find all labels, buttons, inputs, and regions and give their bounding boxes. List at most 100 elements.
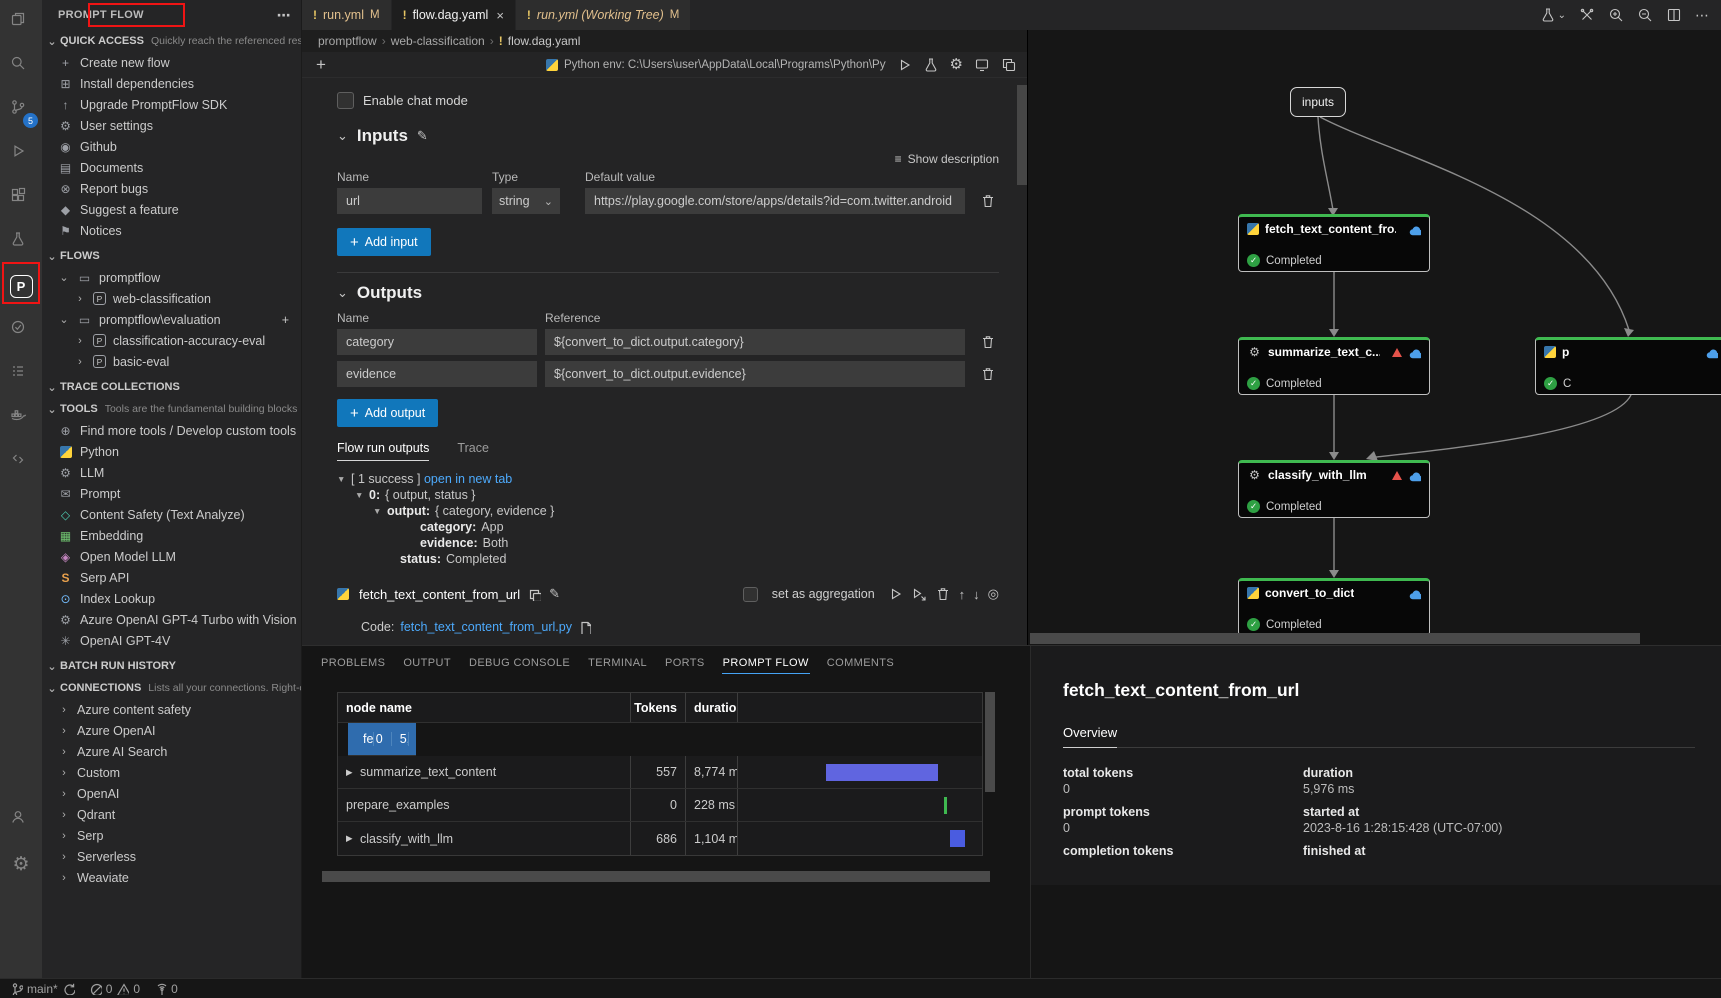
connection-serp[interactable]: ›Serp <box>42 825 301 846</box>
tab-debug-console[interactable]: DEBUG CONSOLE <box>468 653 571 673</box>
tools-item-open-model-llm[interactable]: ◈Open Model LLM <box>42 546 301 567</box>
remote-explorer-icon[interactable] <box>0 440 42 484</box>
account-icon[interactable] <box>0 798 42 842</box>
tab-run-yml[interactable]: !run.ymlM <box>302 0 392 30</box>
twistie-icon[interactable]: ▶ <box>346 767 360 778</box>
tools-icon[interactable] <box>1579 7 1595 23</box>
tab-ports[interactable]: PORTS <box>664 653 706 673</box>
section-batch-run-history[interactable]: ⌄BATCH RUN HISTORY <box>42 655 301 677</box>
test-flask-icon[interactable] <box>0 220 42 264</box>
graph-node-summarize-text-content[interactable]: ⚙summarize_text_c... ✓Completed <box>1238 337 1430 395</box>
split-editor-icon[interactable] <box>1666 7 1682 23</box>
add-node-icon[interactable]: + <box>316 55 326 75</box>
table-vertical-scrollbar[interactable] <box>985 692 995 854</box>
flows-folder-evaluation[interactable]: ⌄▭promptflow\evaluation+ <box>42 309 301 330</box>
code-file-link[interactable]: fetch_text_content_from_url.py <box>400 620 572 634</box>
twistie-icon[interactable]: ▼ <box>355 490 369 500</box>
connection-qdrant[interactable]: ›Qdrant <box>42 804 301 825</box>
tools-item-prompt[interactable]: ✉Prompt <box>42 483 301 504</box>
copy-icon[interactable] <box>528 588 541 601</box>
table-row[interactable]: prepare_examples 0 228 ms <box>338 789 982 822</box>
graph-node-classify-with-llm[interactable]: ⚙classify_with_llm ✓Completed <box>1238 460 1430 518</box>
search-icon[interactable] <box>0 44 42 88</box>
run-test-flask-icon[interactable]: ⌄ <box>1540 7 1566 23</box>
file-icon[interactable] <box>578 621 591 634</box>
flows-item-web-classification[interactable]: ›Pweb-classification <box>42 288 301 309</box>
output-reference-field[interactable] <box>545 361 965 387</box>
cloud-icon[interactable] <box>1705 346 1718 359</box>
editor-vertical-scrollbar[interactable] <box>1017 85 1027 185</box>
sidebar-item-user-settings[interactable]: ⚙User settings <box>42 115 301 136</box>
table-row[interactable]: ▶classify_with_llm 686 1,104 ms <box>338 822 982 855</box>
tab-trace[interactable]: Trace <box>457 441 489 460</box>
tools-item-llm[interactable]: ⚙LLM <box>42 462 301 483</box>
tab-comments[interactable]: COMMENTS <box>826 653 895 673</box>
enable-chat-mode-checkbox[interactable] <box>337 92 354 109</box>
tab-problems[interactable]: PROBLEMS <box>320 653 386 673</box>
flows-folder-promptflow[interactable]: ⌄▭promptflow <box>42 267 301 288</box>
section-quick-access[interactable]: ⌄QUICK ACCESSQuickly reach the reference… <box>42 30 301 52</box>
edit-pencil-icon[interactable]: ✎ <box>417 128 428 144</box>
input-name-field[interactable] <box>337 188 482 214</box>
set-as-aggregation-checkbox[interactable] <box>743 587 758 602</box>
add-input-button[interactable]: +Add input <box>337 228 431 256</box>
cloud-icon[interactable] <box>1408 587 1421 600</box>
section-tools[interactable]: ⌄TOOLSTools are the fundamental building… <box>42 398 301 420</box>
zoom-out-icon[interactable] <box>1637 7 1653 23</box>
locate-node-icon[interactable]: ◎ <box>988 586 999 602</box>
sidebar-item-create-new-flow[interactable]: +Create new flow <box>42 52 301 73</box>
graph-node-convert-to-dict[interactable]: convert_to_dict ✓Completed <box>1238 578 1430 636</box>
sidebar-item-notices[interactable]: ⚑Notices <box>42 220 301 241</box>
more-actions-icon[interactable]: ⋯ <box>1695 7 1709 24</box>
settings-gear-icon[interactable]: ⚙ <box>0 842 42 886</box>
tab-overview[interactable]: Overview <box>1063 725 1117 748</box>
twistie-icon[interactable]: ▼ <box>373 506 387 516</box>
sidebar-item-suggest-feature[interactable]: ◆Suggest a feature <box>42 199 301 220</box>
breadcrumb[interactable]: promptflow› web-classification› ! flow.d… <box>302 30 1027 52</box>
input-default-field[interactable] <box>585 188 965 214</box>
source-control-icon[interactable]: 5 <box>0 88 42 132</box>
output-list-icon[interactable] <box>0 352 42 396</box>
connection-custom[interactable]: ›Custom <box>42 762 301 783</box>
ports-indicator[interactable]: 0 <box>154 982 178 996</box>
explorer-icon[interactable] <box>0 0 42 44</box>
table-row[interactable]: ▶summarize_text_content 557 8,774 ms <box>338 756 982 789</box>
gear-icon[interactable]: ⚙ <box>950 57 963 72</box>
output-name-field[interactable] <box>337 329 537 355</box>
flows-item-classification-accuracy-eval[interactable]: ›Pclassification-accuracy-eval <box>42 330 301 351</box>
test-results-icon[interactable] <box>0 308 42 352</box>
open-side-icon[interactable] <box>1001 57 1017 73</box>
connection-azure-content-safety[interactable]: ›Azure content safety <box>42 699 301 720</box>
sidebar-item-documents[interactable]: ▤Documents <box>42 157 301 178</box>
tab-flow-run-outputs[interactable]: Flow run outputs <box>337 441 429 461</box>
run-and-debug-icon[interactable] <box>0 132 42 176</box>
table-row[interactable]: fetch_text_content_from_url 0 5,976 ms <box>348 723 416 756</box>
tools-item-openai-gpt4v[interactable]: ✳OpenAI GPT-4V <box>42 630 301 651</box>
cloud-icon[interactable] <box>1408 223 1421 236</box>
panel-horizontal-scrollbar[interactable] <box>320 871 1010 883</box>
chevron-down-icon[interactable]: ⌄ <box>337 285 348 301</box>
flows-item-basic-eval[interactable]: ›Pbasic-eval <box>42 351 301 372</box>
tools-item-find-more[interactable]: ⊕Find more tools / Develop custom tools <box>42 420 301 441</box>
branch-indicator[interactable]: main* <box>10 982 75 996</box>
cloud-icon[interactable] <box>1408 346 1421 359</box>
add-output-button[interactable]: +Add output <box>337 399 438 427</box>
cloud-icon[interactable] <box>1408 469 1421 482</box>
sidebar-item-report-bugs[interactable]: ⊗Report bugs <box>42 178 301 199</box>
tools-item-embedding[interactable]: ▦Embedding <box>42 525 301 546</box>
connection-azure-ai-search[interactable]: ›Azure AI Search <box>42 741 301 762</box>
twistie-icon[interactable]: ▼ <box>337 474 351 484</box>
tools-item-content-safety[interactable]: ◇Content Safety (Text Analyze) <box>42 504 301 525</box>
tab-flow-dag-yaml[interactable]: !flow.dag.yaml× <box>392 0 516 30</box>
python-env-label[interactable]: Python env: C:\Users\user\AppData\Local\… <box>546 59 886 71</box>
tab-output[interactable]: OUTPUT <box>402 653 452 673</box>
graph-horizontal-scrollbar[interactable] <box>1030 633 1640 644</box>
twistie-icon[interactable]: ▶ <box>346 833 360 844</box>
graph-node-inputs[interactable]: inputs <box>1290 87 1346 117</box>
graph-node-fetch-text-content[interactable]: fetch_text_content_fro... ✓Completed <box>1238 214 1430 272</box>
tools-item-python[interactable]: Python <box>42 441 301 462</box>
run-node-icon[interactable] <box>887 586 903 602</box>
prompt-flow-icon[interactable]: P <box>0 264 42 308</box>
tools-item-azure-openai-gpt4-vision[interactable]: ⚙Azure OpenAI GPT-4 Turbo with Vision <box>42 609 301 630</box>
section-connections[interactable]: ⌄CONNECTIONSLists all your connections. … <box>42 677 301 699</box>
